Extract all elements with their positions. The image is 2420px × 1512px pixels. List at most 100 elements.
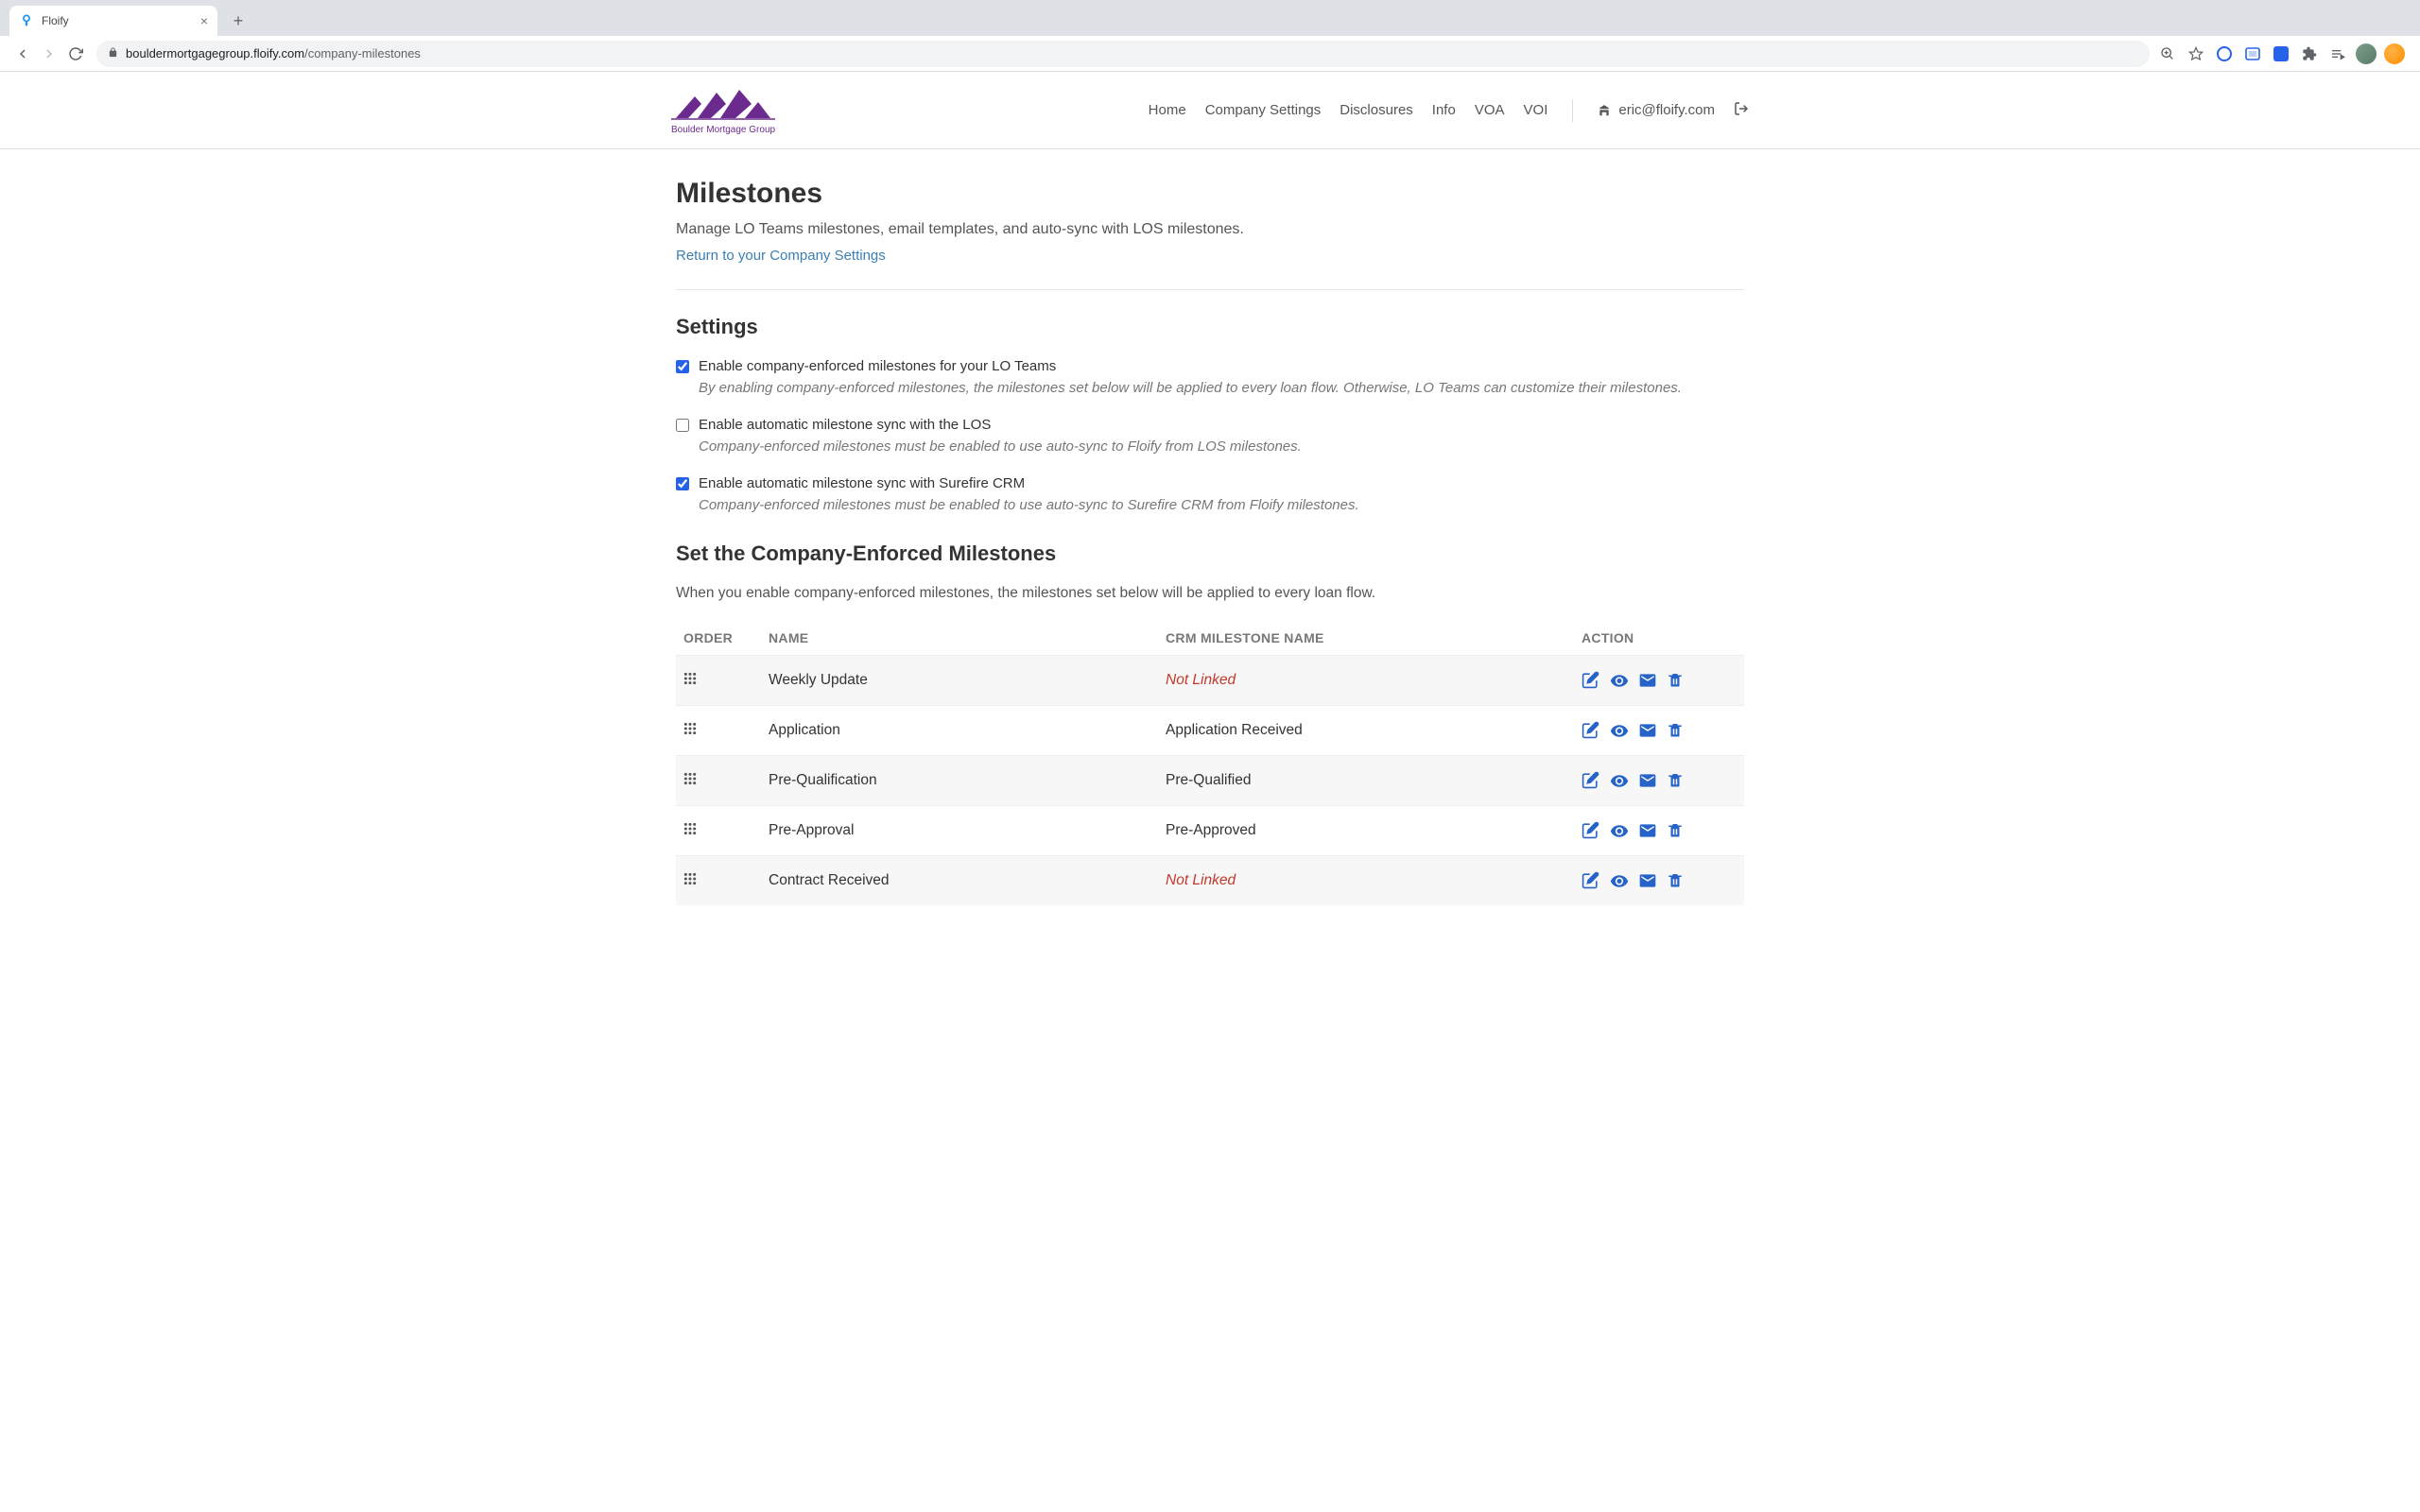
nav-home[interactable]: Home	[1149, 102, 1186, 118]
edit-icon[interactable]	[1582, 821, 1600, 840]
setting-row: Enable automatic milestone sync with Sur…	[676, 475, 1744, 513]
user-menu[interactable]: eric@floify.com	[1598, 102, 1715, 118]
back-button[interactable]	[9, 41, 36, 67]
main-nav: Home Company Settings Disclosures Info V…	[1149, 99, 1749, 122]
reload-button[interactable]	[62, 41, 89, 67]
edit-icon[interactable]	[1582, 721, 1600, 740]
media-control-icon[interactable]	[2327, 43, 2348, 64]
extension-2-icon[interactable]	[2242, 43, 2263, 64]
delete-icon[interactable]	[1667, 821, 1685, 840]
email-icon[interactable]	[1638, 871, 1657, 890]
logo-icon	[671, 85, 775, 123]
profile-avatar-icon[interactable]	[2356, 43, 2377, 64]
drag-handle-icon[interactable]	[683, 822, 697, 835]
new-tab-button[interactable]: +	[225, 8, 251, 34]
setting-row: Enable company-enforced milestones for y…	[676, 358, 1744, 396]
bookmark-star-icon[interactable]	[2186, 43, 2206, 64]
extension-4-icon[interactable]	[2384, 43, 2405, 64]
table-row: Weekly Update Not Linked	[676, 656, 1744, 706]
url-domain: bouldermortgagegroup.floify.com	[126, 46, 304, 60]
milestone-name: Contract Received	[769, 872, 890, 888]
setting-checkbox-label[interactable]: Enable automatic milestone sync with the…	[676, 417, 1744, 433]
drag-handle-icon[interactable]	[683, 872, 697, 885]
preview-icon[interactable]	[1610, 671, 1629, 690]
milestone-name: Weekly Update	[769, 672, 868, 688]
nav-company-settings[interactable]: Company Settings	[1205, 102, 1322, 118]
milestone-name: Pre-Qualification	[769, 772, 877, 788]
edit-icon[interactable]	[1582, 671, 1600, 690]
main-content: Milestones Manage LO Teams milestones, e…	[638, 149, 1782, 934]
browser-actions	[2157, 43, 2411, 64]
setting-checkbox[interactable]	[676, 477, 689, 490]
setting-label: Enable automatic milestone sync with the…	[699, 417, 991, 433]
setting-checkbox[interactable]	[676, 360, 689, 373]
crm-milestone-name: Application Received	[1166, 722, 1303, 738]
setting-label: Enable automatic milestone sync with Sur…	[699, 475, 1025, 491]
tab-title: Floify	[42, 14, 69, 27]
browser-toolbar: bouldermortgagegroup.floify.com/company-…	[0, 36, 2420, 72]
col-action-header: ACTION	[1574, 621, 1744, 656]
row-actions	[1582, 721, 1737, 740]
table-row: Pre-Approval Pre-Approved	[676, 806, 1744, 856]
preview-icon[interactable]	[1610, 871, 1629, 890]
logo-text: Boulder Mortgage Group	[671, 125, 775, 135]
extension-3-icon[interactable]	[2271, 43, 2291, 64]
extension-1-icon[interactable]	[2214, 43, 2235, 64]
preview-icon[interactable]	[1610, 821, 1629, 840]
setting-checkbox[interactable]	[676, 419, 689, 432]
delete-icon[interactable]	[1667, 721, 1685, 740]
email-icon[interactable]	[1638, 721, 1657, 740]
close-tab-icon[interactable]: ×	[200, 13, 208, 28]
edit-icon[interactable]	[1582, 771, 1600, 790]
table-row: Application Application Received	[676, 706, 1744, 756]
crm-milestone-name: Pre-Qualified	[1166, 772, 1251, 788]
drag-handle-icon[interactable]	[683, 772, 697, 785]
user-email-text: eric@floify.com	[1618, 102, 1715, 118]
edit-icon[interactable]	[1582, 871, 1600, 890]
nav-info[interactable]: Info	[1432, 102, 1456, 118]
row-actions	[1582, 821, 1737, 840]
zoom-icon[interactable]	[2157, 43, 2178, 64]
delete-icon[interactable]	[1667, 871, 1685, 890]
setting-description: Company-enforced milestones must be enab…	[699, 497, 1744, 513]
col-order-header: ORDER	[676, 621, 761, 656]
email-icon[interactable]	[1638, 771, 1657, 790]
url-path: /company-milestones	[304, 46, 421, 60]
browser-tab[interactable]: Floify ×	[9, 6, 217, 36]
drag-handle-icon[interactable]	[683, 722, 697, 735]
setting-checkbox-label[interactable]: Enable company-enforced milestones for y…	[676, 358, 1744, 374]
logout-button[interactable]	[1734, 101, 1749, 120]
drag-handle-icon[interactable]	[683, 672, 697, 685]
tab-favicon-icon	[19, 13, 34, 28]
return-link[interactable]: Return to your Company Settings	[676, 248, 886, 264]
preview-icon[interactable]	[1610, 721, 1629, 740]
nav-disclosures[interactable]: Disclosures	[1340, 102, 1413, 118]
milestones-heading: Set the Company-Enforced Milestones	[676, 541, 1744, 566]
delete-icon[interactable]	[1667, 671, 1685, 690]
setting-label: Enable company-enforced milestones for y…	[699, 358, 1056, 374]
extensions-puzzle-icon[interactable]	[2299, 43, 2320, 64]
row-actions	[1582, 771, 1737, 790]
delete-icon[interactable]	[1667, 771, 1685, 790]
preview-icon[interactable]	[1610, 771, 1629, 790]
table-row: Contract Received Not Linked	[676, 856, 1744, 906]
building-icon	[1598, 104, 1611, 117]
col-name-header: NAME	[761, 621, 1158, 656]
milestones-table: ORDER NAME CRM MILESTONE NAME ACTION Wee…	[676, 621, 1744, 905]
col-crm-header: CRM MILESTONE NAME	[1158, 621, 1574, 656]
nav-voi[interactable]: VOI	[1524, 102, 1548, 118]
forward-button[interactable]	[36, 41, 62, 67]
crm-not-linked: Not Linked	[1166, 672, 1236, 688]
site-header: Boulder Mortgage Group Home Company Sett…	[0, 72, 2420, 149]
page-title: Milestones	[676, 178, 1744, 210]
nav-voa[interactable]: VOA	[1475, 102, 1505, 118]
lock-icon	[108, 47, 118, 60]
milestones-subtitle: When you enable company-enforced milesto…	[676, 585, 1744, 602]
email-icon[interactable]	[1638, 821, 1657, 840]
setting-checkbox-label[interactable]: Enable automatic milestone sync with Sur…	[676, 475, 1744, 491]
divider	[676, 289, 1744, 290]
email-icon[interactable]	[1638, 671, 1657, 690]
logo[interactable]: Boulder Mortgage Group	[671, 85, 775, 135]
address-bar[interactable]: bouldermortgagegroup.floify.com/company-…	[96, 41, 2150, 67]
nav-divider	[1572, 99, 1573, 122]
